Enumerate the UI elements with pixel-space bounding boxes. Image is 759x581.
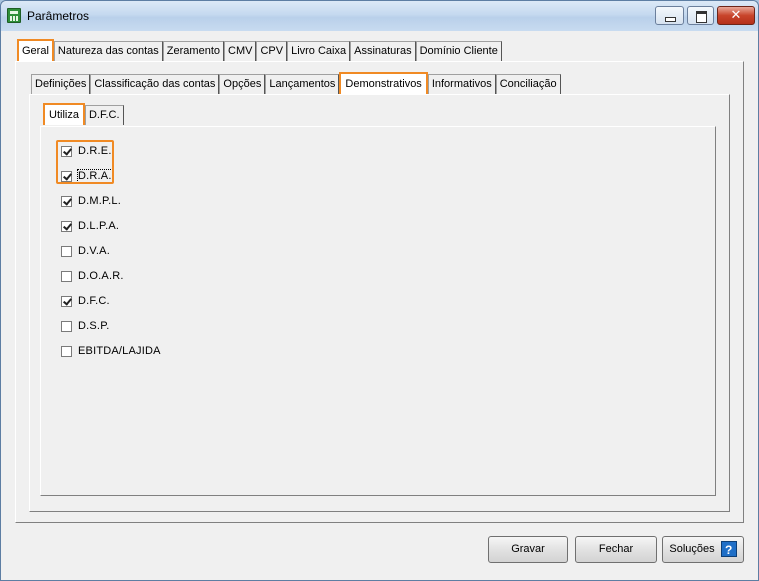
calculator-icon: [7, 8, 21, 23]
dra-checkbox[interactable]: [61, 170, 72, 182]
fechar-button[interactable]: Fechar: [575, 536, 657, 563]
option-dlpa[interactable]: D.L.P.A.: [61, 219, 119, 233]
dfc-label: D.F.C.: [78, 295, 110, 307]
tab-cpv[interactable]: CPV: [256, 41, 288, 61]
dlpa-checkbox[interactable]: [61, 220, 72, 232]
close-icon: ✕: [730, 8, 742, 23]
tab-utiliza[interactable]: Utiliza: [43, 103, 85, 125]
dsp-checkbox[interactable]: [61, 320, 72, 332]
minimize-button[interactable]: [655, 6, 684, 25]
title-bar[interactable]: Parâmetros ✕: [1, 1, 758, 31]
ebitda-lajida-label: EBITDA/LAJIDA: [78, 345, 161, 357]
dsp-label: D.S.P.: [78, 320, 110, 332]
tab-livro-caixa[interactable]: Livro Caixa: [287, 41, 351, 61]
dva-label: D.V.A.: [78, 245, 110, 257]
option-doar[interactable]: D.O.A.R.: [61, 269, 124, 283]
option-dfc[interactable]: D.F.C.: [61, 294, 110, 308]
parametros-window: Parâmetros ✕ Geral Natureza das contas Z…: [0, 0, 759, 581]
ebitda-lajida-checkbox[interactable]: [61, 345, 72, 357]
dva-checkbox[interactable]: [61, 245, 72, 257]
dre-label: D.R.E.: [78, 145, 112, 157]
dlpa-label: D.L.P.A.: [78, 220, 120, 232]
tab-dfc[interactable]: D.F.C.: [84, 105, 124, 125]
option-ebitda-lajida[interactable]: EBITDA/LAJIDA: [61, 344, 161, 358]
inner-tab-row: Utiliza D.F.C.: [43, 103, 124, 125]
dra-label: D.R.A.: [77, 169, 113, 183]
dmpl-label: D.M.P.L.: [78, 195, 121, 207]
tab-opcoes[interactable]: Opções: [219, 74, 266, 94]
doar-checkbox[interactable]: [61, 270, 72, 282]
solucoes-label: Soluções: [669, 543, 715, 555]
utiliza-panel: [40, 126, 716, 496]
close-button[interactable]: ✕: [717, 6, 755, 25]
dre-checkbox[interactable]: [61, 145, 72, 157]
sub-tab-row: Definições Classificação das contas Opçõ…: [31, 72, 561, 94]
option-dra[interactable]: D.R.A.: [61, 169, 113, 183]
tab-conciliacao[interactable]: Conciliação: [495, 74, 561, 94]
solucoes-button[interactable]: Soluções?: [662, 536, 744, 563]
option-dsp[interactable]: D.S.P.: [61, 319, 110, 333]
tab-assinaturas[interactable]: Assinaturas: [350, 41, 416, 61]
window-title: Parâmetros: [27, 9, 90, 23]
maximize-button[interactable]: [687, 6, 714, 25]
tab-classificacao-das-contas[interactable]: Classificação das contas: [90, 74, 220, 94]
tab-cmv[interactable]: CMV: [224, 41, 257, 61]
tab-lancamentos[interactable]: Lançamentos: [265, 74, 340, 94]
main-tab-row: Geral Natureza das contas Zeramento CMV …: [17, 39, 502, 61]
gravar-button[interactable]: Gravar: [488, 536, 568, 563]
tab-demonstrativos[interactable]: Demonstrativos: [339, 72, 428, 94]
option-dre[interactable]: D.R.E.: [61, 144, 112, 158]
tab-dominio-cliente[interactable]: Domínio Cliente: [415, 41, 502, 61]
tab-geral[interactable]: Geral: [17, 39, 54, 61]
tab-natureza-das-contas[interactable]: Natureza das contas: [53, 41, 163, 61]
option-dmpl[interactable]: D.M.P.L.: [61, 194, 121, 208]
dfc-checkbox[interactable]: [61, 295, 72, 307]
tab-definicoes[interactable]: Definições: [31, 74, 91, 94]
option-dva[interactable]: D.V.A.: [61, 244, 110, 258]
dmpl-checkbox[interactable]: [61, 195, 72, 207]
help-icon: ?: [720, 541, 737, 558]
tab-zeramento[interactable]: Zeramento: [162, 41, 224, 61]
tab-informativos[interactable]: Informativos: [427, 74, 496, 94]
doar-label: D.O.A.R.: [78, 270, 124, 282]
